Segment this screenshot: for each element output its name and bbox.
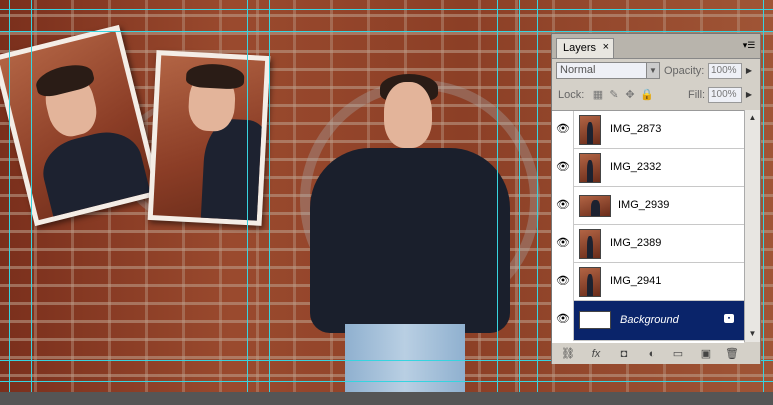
tab-layers[interactable]: Layers × [556, 38, 614, 58]
guide-vertical [537, 0, 538, 392]
background-person [300, 74, 515, 392]
layer-row[interactable]: 👁 IMG_2939 [552, 187, 744, 225]
eye-icon[interactable]: 👁 [556, 123, 570, 135]
guide-vertical [9, 0, 10, 392]
guide-horizontal [0, 381, 773, 382]
scroll-up-icon[interactable]: ▲ [747, 112, 758, 124]
layer-thumbnail [579, 267, 601, 297]
lock-all-icon[interactable]: 🔒 [640, 89, 654, 101]
eye-icon[interactable]: 👁 [556, 161, 570, 173]
eye-icon[interactable]: 👁 [556, 313, 570, 325]
blend-mode-value: Normal [560, 64, 596, 76]
layers-list: 👁 IMG_2873 👁 IMG_2332 👁 IMG_2939 👁 IMG_2… [552, 110, 744, 343]
close-icon[interactable]: × [603, 41, 609, 53]
trash-icon[interactable]: 🗑 [724, 347, 740, 361]
lock-icon: ▪ [724, 314, 734, 323]
eye-icon[interactable]: 👁 [556, 237, 570, 249]
fill-label: Fill: [688, 89, 706, 101]
panel-menu-icon[interactable]: ▾☰ [742, 40, 756, 52]
guide-vertical [247, 0, 248, 392]
guide-vertical [31, 0, 32, 392]
guide-vertical [269, 0, 270, 392]
opacity-field[interactable]: 100% [708, 63, 742, 79]
layers-vertical-scrollbar[interactable]: ▲ ▼ [744, 110, 760, 342]
guide-vertical [497, 0, 498, 392]
guide-horizontal [0, 9, 773, 10]
layer-name: IMG_2389 [610, 237, 662, 249]
opacity-label: Opacity: [664, 65, 705, 77]
new-layer-icon[interactable]: ▣ [698, 347, 714, 361]
scroll-down-icon[interactable]: ▼ [747, 328, 758, 340]
layer-row[interactable]: 👁 IMG_2873 [552, 111, 744, 149]
layer-name: IMG_2939 [618, 199, 670, 211]
guide-vertical [763, 0, 764, 392]
layer-row-background[interactable]: 👁 Background ▪ [552, 301, 744, 341]
link-icon[interactable]: ⛓ [560, 347, 576, 361]
canvas-horizontal-scrollbar[interactable] [0, 392, 773, 405]
layers-panel: Layers × ▾☰ Normal ▼ Opacity: 100% ▶ Loc… [551, 33, 761, 364]
layer-name: IMG_2332 [610, 161, 662, 173]
layer-row[interactable]: 👁 IMG_2332 [552, 149, 744, 187]
panel-tab-bar: Layers × ▾☰ [552, 34, 760, 59]
layer-name: IMG_2941 [610, 275, 662, 287]
fill-slider-arrow-icon[interactable]: ▶ [743, 87, 755, 103]
adjustment-icon[interactable]: ◐ [644, 347, 660, 361]
lock-label: Lock: [558, 89, 585, 101]
lock-image-pixels-icon[interactable]: ✎ [608, 89, 620, 101]
lock-transparent-pixels-icon[interactable]: ▦ [592, 89, 604, 101]
layer-thumbnail [579, 153, 601, 183]
fx-icon[interactable]: fx [588, 347, 604, 361]
layer-row[interactable]: 👁 IMG_2389 [552, 225, 744, 263]
opacity-slider-arrow-icon[interactable]: ▶ [743, 63, 755, 79]
layer-thumbnail [579, 311, 611, 329]
layer-name: IMG_2873 [610, 123, 662, 135]
guide-vertical [519, 0, 520, 392]
group-folder-icon[interactable]: ▭ [670, 347, 686, 361]
photo-img-2873-image [0, 30, 156, 221]
layers-footer: ⛓ fx ◘ ◐ ▭ ▣ 🗑 [552, 344, 760, 364]
fill-field[interactable]: 100% [708, 87, 742, 103]
blend-mode-select[interactable]: Normal ▼ [556, 62, 660, 79]
tab-layers-label: Layers [563, 42, 597, 54]
layer-thumbnail [579, 115, 601, 145]
eye-icon[interactable]: 👁 [556, 199, 570, 211]
layer-thumbnail [579, 229, 601, 259]
eye-icon[interactable]: 👁 [556, 275, 570, 287]
layer-row[interactable]: 👁 IMG_2941 [552, 263, 744, 301]
layer-thumbnail [579, 195, 611, 217]
chevron-down-icon: ▼ [646, 63, 659, 78]
mask-icon[interactable]: ◘ [616, 347, 632, 361]
layer-name: Background [620, 314, 679, 326]
photo-img-2332[interactable] [147, 50, 271, 226]
guide-horizontal [0, 31, 773, 32]
photo-img-2873[interactable] [0, 24, 162, 227]
photo-img-2332-image [152, 55, 266, 221]
lock-position-icon[interactable]: ✥ [624, 89, 636, 101]
